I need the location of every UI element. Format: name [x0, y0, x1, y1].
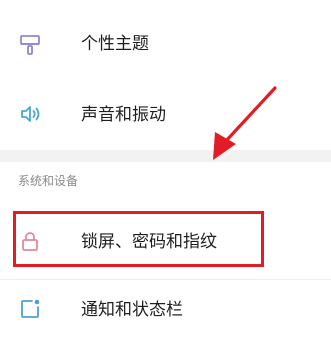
highlight-box	[13, 211, 264, 267]
settings-item-label: 个性主题	[81, 34, 149, 54]
settings-item-label: 通知和状态栏	[81, 300, 183, 320]
section-header: 系统和设备	[0, 162, 331, 200]
speaker-icon	[18, 102, 42, 126]
settings-item-notifications[interactable]: 通知和状态栏	[0, 285, 331, 331]
section-separator	[0, 150, 331, 162]
section-header-label: 系统和设备	[18, 174, 79, 188]
settings-item-theme[interactable]: 个性主题	[0, 22, 331, 68]
notification-icon	[18, 297, 42, 321]
settings-item-label: 声音和振动	[81, 105, 166, 125]
theme-icon	[18, 33, 42, 57]
divider	[0, 279, 331, 280]
settings-item-sound[interactable]: 声音和振动	[0, 91, 331, 137]
